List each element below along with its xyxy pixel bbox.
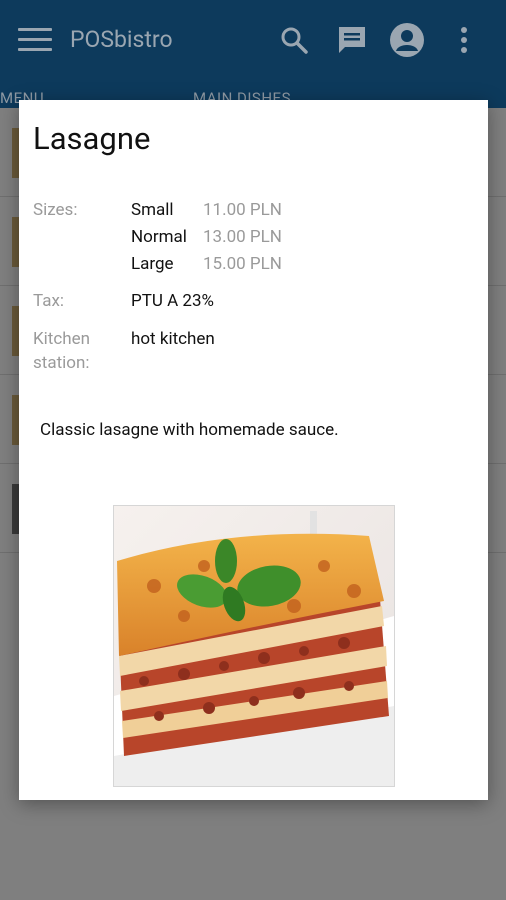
kitchen-station-label-cont: station: bbox=[33, 353, 90, 373]
menu-icon[interactable] bbox=[18, 28, 52, 52]
tax-label: Tax: bbox=[33, 291, 65, 311]
app-title: POSbistro bbox=[70, 26, 173, 53]
size-price: 11.00 PLN bbox=[203, 200, 282, 220]
dish-details-dialog: Lasagne Sizes: Small 11.00 PLN Normal 13… bbox=[19, 100, 488, 800]
search-icon[interactable] bbox=[278, 24, 310, 56]
size-name: Normal bbox=[131, 227, 187, 247]
dish-title: Lasagne bbox=[33, 120, 151, 157]
dish-photo bbox=[113, 505, 395, 787]
size-name: Small bbox=[131, 200, 174, 220]
size-price: 15.00 PLN bbox=[203, 254, 282, 274]
app-bar: POSbistro bbox=[0, 0, 506, 80]
tax-value: PTU A 23% bbox=[131, 291, 214, 311]
lasagne-image bbox=[114, 506, 394, 786]
kitchen-station-label: Kitchen bbox=[33, 329, 91, 349]
size-name: Large bbox=[131, 254, 174, 274]
dish-description: Classic lasagne with homemade sauce. bbox=[40, 420, 339, 440]
chat-icon[interactable] bbox=[336, 24, 368, 56]
more-vert-icon[interactable] bbox=[452, 24, 476, 56]
size-price: 13.00 PLN bbox=[203, 227, 282, 247]
account-icon[interactable] bbox=[389, 22, 425, 58]
kitchen-station-value: hot kitchen bbox=[131, 329, 215, 349]
sizes-label: Sizes: bbox=[33, 200, 78, 220]
